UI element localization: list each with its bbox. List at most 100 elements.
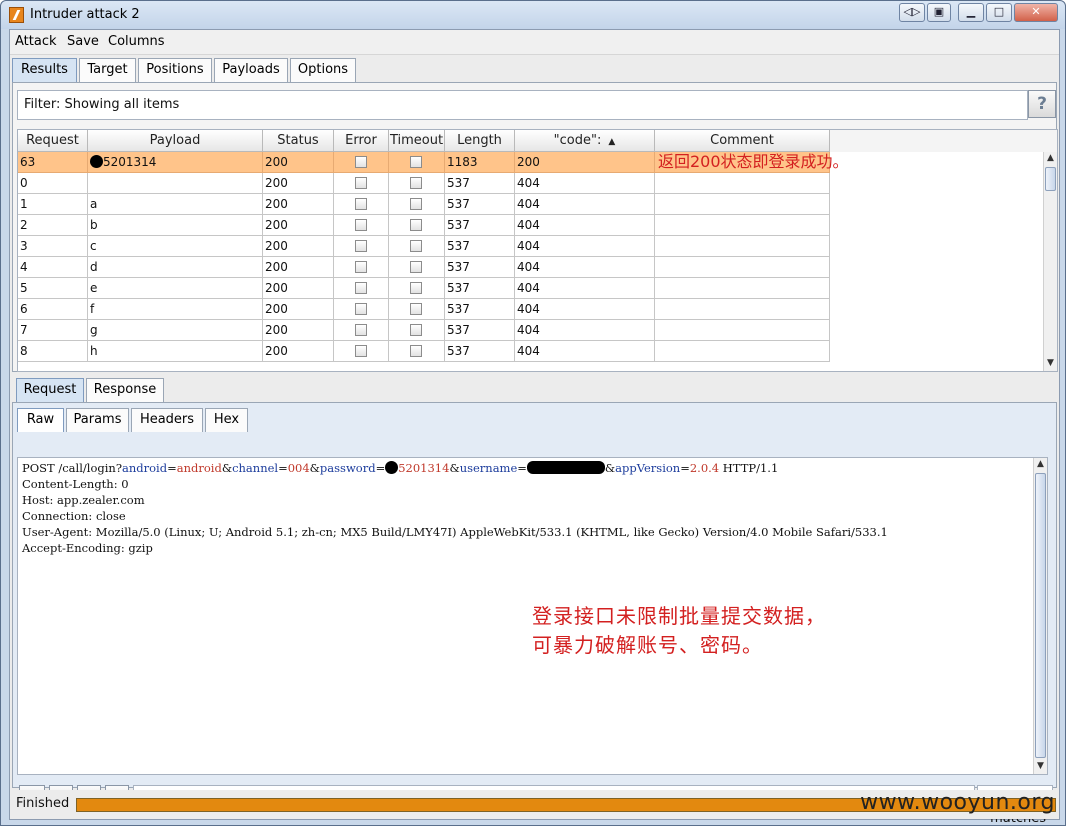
tab-headers[interactable]: Headers	[131, 408, 203, 432]
cell-payload: g	[88, 320, 263, 341]
maximize-button[interactable]: □	[986, 3, 1012, 22]
cell-timeout	[389, 278, 445, 299]
table-scrollbar[interactable]: ▲ ▼	[1043, 152, 1057, 371]
col-payload[interactable]: Payload	[88, 130, 263, 152]
menu-columns[interactable]: Columns	[108, 34, 165, 49]
menu-bar: Attack Save Columns	[10, 30, 1059, 55]
raw-request-editor[interactable]: POST /call/login?android=android&channel…	[17, 457, 1048, 775]
error-checkbox	[355, 156, 367, 168]
cell-timeout	[389, 320, 445, 341]
cell-status: 200	[263, 341, 334, 362]
cell-payload	[88, 173, 263, 194]
cell-code: 404	[515, 257, 655, 278]
cell-code: 200	[515, 152, 655, 173]
tab-request[interactable]: Request	[16, 378, 84, 402]
col-length[interactable]: Length	[445, 130, 515, 152]
scroll-up-icon[interactable]: ▲	[1034, 458, 1047, 471]
annotation-line-1: 登录接口未限制批量提交数据，	[532, 604, 826, 628]
cell-error	[334, 299, 389, 320]
table-row[interactable]: 63 5201314 200 1183 200 返回200状态即登录成功。	[18, 152, 849, 173]
editor-scrollbar[interactable]: ▲ ▼	[1033, 458, 1047, 774]
results-table: Request Payload Status Error Timeout Len…	[17, 129, 1058, 372]
cell-error	[334, 257, 389, 278]
table-row[interactable]: 6 f 200 537 404	[18, 299, 830, 320]
pin-window-icon[interactable]: ▣	[927, 3, 951, 22]
table-row[interactable]: 4 d 200 537 404	[18, 257, 830, 278]
detail-tabs: Request Response	[16, 378, 176, 402]
cell-comment	[655, 299, 830, 320]
table-row[interactable]: 0 200 537 404	[18, 173, 830, 194]
table-row[interactable]: 5 e 200 537 404	[18, 278, 830, 299]
tab-options[interactable]: Options	[290, 58, 356, 82]
sort-ascending-icon: ▲	[605, 137, 616, 147]
cell-timeout	[389, 152, 445, 173]
cell-request: 6	[18, 299, 88, 320]
table-row[interactable]: 7 g 200 537 404	[18, 320, 830, 341]
cell-payload: e	[88, 278, 263, 299]
cell-timeout	[389, 194, 445, 215]
tab-positions[interactable]: Positions	[138, 58, 212, 82]
cell-code: 404	[515, 341, 655, 362]
tab-raw[interactable]: Raw	[17, 408, 64, 432]
cell-request: 2	[18, 215, 88, 236]
scroll-up-icon[interactable]: ▲	[1044, 152, 1057, 165]
cell-request: 7	[18, 320, 88, 341]
redacted-username	[526, 461, 605, 474]
menu-save[interactable]: Save	[67, 34, 99, 49]
request-panel: Raw Params Headers Hex POST /call/login?…	[12, 402, 1057, 826]
scroll-thumb[interactable]	[1045, 167, 1056, 191]
tab-payloads[interactable]: Payloads	[214, 58, 288, 82]
menu-attack[interactable]: Attack	[15, 34, 57, 49]
cell-comment	[655, 215, 830, 236]
tab-results[interactable]: Results	[12, 58, 77, 82]
request-method-path: POST /call/login?	[22, 461, 122, 475]
close-button[interactable]: ✕	[1014, 3, 1058, 22]
cell-error	[334, 320, 389, 341]
cell-status: 200	[263, 152, 334, 173]
error-checkbox	[355, 261, 367, 273]
cell-request: 8	[18, 341, 88, 362]
cell-request: 5	[18, 278, 88, 299]
cell-status: 200	[263, 215, 334, 236]
cell-length: 537	[445, 173, 515, 194]
watermark: www.wooyun.org	[860, 790, 1055, 815]
table-row[interactable]: 3 c 200 537 404	[18, 236, 830, 257]
cell-payload: 5201314	[88, 152, 263, 173]
cell-comment	[655, 173, 830, 194]
cell-code: 404	[515, 215, 655, 236]
window-title: Intruder attack 2	[30, 7, 140, 22]
table-row[interactable]: 8 h 200 537 404	[18, 341, 830, 362]
col-code[interactable]: "code": ▲	[515, 130, 655, 152]
scroll-down-icon[interactable]: ▼	[1034, 760, 1047, 773]
minimize-button[interactable]: ▁	[958, 3, 984, 22]
scroll-thumb[interactable]	[1035, 473, 1046, 758]
filter-help-button[interactable]: ?	[1028, 90, 1056, 118]
error-checkbox	[355, 303, 367, 315]
timeout-checkbox	[410, 282, 422, 294]
col-comment[interactable]: Comment	[655, 130, 830, 152]
col-status[interactable]: Status	[263, 130, 334, 152]
tab-params[interactable]: Params	[66, 408, 129, 432]
col-timeout[interactable]: Timeout	[389, 130, 445, 152]
header-line: Accept-Encoding: gzip	[22, 541, 153, 555]
param-key: channel	[232, 461, 279, 475]
restore-layout-icon[interactable]: ◁▷	[899, 3, 925, 22]
param-value: 004	[287, 461, 310, 475]
cell-payload: f	[88, 299, 263, 320]
tab-hex[interactable]: Hex	[205, 408, 248, 432]
col-request[interactable]: Request	[18, 130, 88, 152]
cell-comment	[655, 320, 830, 341]
table-row[interactable]: 1 a 200 537 404	[18, 194, 830, 215]
col-error[interactable]: Error	[334, 130, 389, 152]
filter-bar[interactable]: Filter: Showing all items	[17, 90, 1028, 120]
tab-response[interactable]: Response	[86, 378, 164, 402]
cell-error	[334, 215, 389, 236]
header-line: Content-Length: 0	[22, 477, 129, 491]
param-value: 2.0.4	[689, 461, 720, 475]
cell-payload: h	[88, 341, 263, 362]
scroll-down-icon[interactable]: ▼	[1044, 357, 1057, 370]
tab-target[interactable]: Target	[79, 58, 136, 82]
table-row[interactable]: 2 b 200 537 404	[18, 215, 830, 236]
cell-request: 3	[18, 236, 88, 257]
error-checkbox	[355, 198, 367, 210]
